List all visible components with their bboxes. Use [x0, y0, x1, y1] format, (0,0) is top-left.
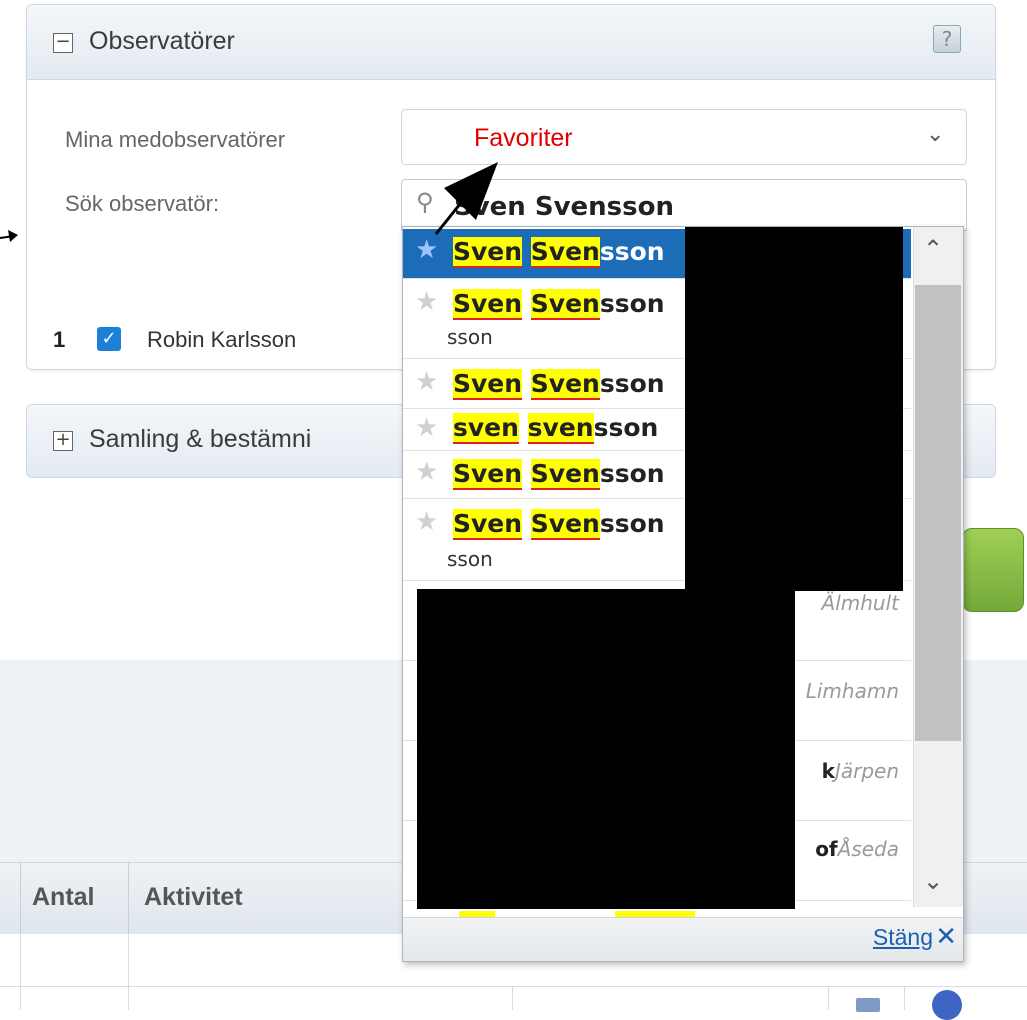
observer-result-name: sven svensson [453, 413, 659, 444]
dropdown-footer: Stäng ✕ [403, 917, 963, 961]
help-icon[interactable]: ? [933, 25, 961, 53]
name-match-highlight: Sven [530, 369, 600, 400]
column-header-activity[interactable]: Aktivitet [144, 883, 243, 912]
star-icon[interactable]: ★ [415, 507, 438, 537]
place-text: Åseda [837, 837, 899, 861]
observer-index: 1 [53, 327, 66, 352]
observer-result-subtext: sson [447, 325, 493, 349]
observer-result-name: Sven Svensson [453, 509, 665, 540]
table-col-divider [128, 934, 129, 1010]
name-match-highlight: Sven [530, 509, 600, 540]
close-link[interactable]: Stäng [873, 924, 933, 951]
column-header-count[interactable]: Antal [32, 883, 95, 912]
star-icon[interactable]: ★ [415, 457, 438, 487]
name-remainder: sson [593, 413, 659, 442]
table-col-divider [512, 986, 513, 1010]
name-remainder: sson [599, 289, 665, 318]
redaction-block [685, 227, 903, 591]
observer-result-name: Sven Svensson [453, 459, 665, 490]
name-remainder: k [821, 759, 835, 783]
observer-result-place: Limhamn [805, 679, 899, 703]
info-icon[interactable] [932, 990, 962, 1020]
chevron-up-icon[interactable]: ⌃ [923, 235, 943, 263]
chevron-down-icon[interactable]: ⌄ [923, 867, 943, 895]
plus-box-icon[interactable]: + [53, 431, 73, 451]
table-col-divider [828, 986, 829, 1010]
observer-result-name: Sven Svensson [453, 289, 665, 320]
close-x-icon[interactable]: ✕ [935, 922, 957, 952]
arrow-head [444, 162, 498, 220]
side-arrow-icon [0, 230, 18, 242]
name-remainder: sson [599, 509, 665, 538]
name-match-highlight: Sven [530, 237, 600, 268]
observer-result-place: Älmhult [821, 591, 899, 615]
table-row-divider [0, 986, 1027, 987]
favorites-annotation-label: Favoriter [474, 124, 573, 152]
table-col-divider [904, 986, 905, 1010]
name-remainder: of [815, 837, 838, 861]
search-observer-label: Sök observatör: [65, 191, 220, 216]
name-remainder: sson [599, 459, 665, 488]
save-button[interactable] [962, 528, 1024, 612]
observers-panel-title: Observatörer [89, 27, 235, 55]
table-col-divider [20, 934, 21, 1010]
name-match-highlight: sven [453, 413, 519, 444]
star-icon[interactable]: ★ [415, 413, 438, 443]
observer-autocomplete-dropdown: ⌃ ⌄ ★ Sven Svensson ★ Sven Svensson sson… [402, 226, 964, 962]
dropdown-scrollbar-thumb[interactable] [915, 285, 961, 741]
observer-result-place: ofÅseda [815, 837, 899, 861]
star-icon[interactable]: ★ [415, 367, 438, 397]
name-remainder: sson [599, 237, 665, 266]
observer-result-subtext: sson [447, 547, 493, 571]
arrow-shaft [434, 203, 462, 235]
annotation-arrow-icon [434, 162, 498, 235]
arrow-head [8, 230, 18, 242]
star-icon[interactable]: ★ [415, 287, 438, 317]
observer-result-name: Sven Svensson [453, 237, 665, 268]
minus-box-icon[interactable]: − [53, 33, 73, 53]
search-icon: ⚲ [416, 188, 434, 216]
my-coobservers-label: Mina medobservatörer [65, 127, 286, 152]
name-match-highlight: Sven [453, 509, 523, 540]
name-match-highlight: Sven [453, 289, 523, 320]
observers-panel-header[interactable]: − Observatörer ? [27, 5, 995, 80]
collection-panel-title: Samling & bestämni [89, 425, 312, 453]
name-match-highlight: Sven [453, 237, 523, 268]
column-separator [20, 863, 21, 935]
redaction-block [417, 589, 795, 909]
name-match-highlight: Sven [530, 459, 600, 490]
observer-name: Robin Karlsson [147, 327, 297, 352]
observer-checkbox[interactable]: ✓ [97, 327, 121, 351]
column-separator [128, 863, 129, 935]
name-remainder: sson [599, 369, 665, 398]
observer-result-name: Sven Svensson [453, 369, 665, 400]
name-match-highlight: Sven [453, 369, 523, 400]
name-match-highlight: Sven [530, 289, 600, 320]
name-match-highlight: Sven [453, 459, 523, 490]
chevron-down-icon: ⌄ [926, 122, 945, 147]
observer-result-place: kJärpen [822, 759, 899, 783]
name-match-highlight: sven [527, 413, 594, 444]
place-text: Järpen [834, 759, 899, 783]
